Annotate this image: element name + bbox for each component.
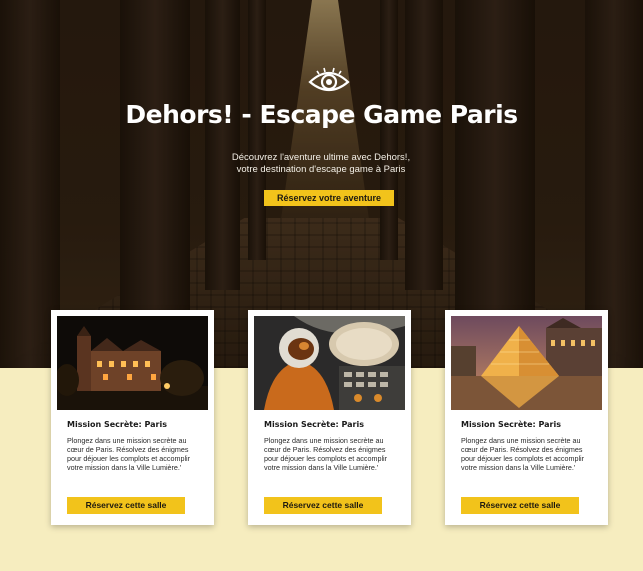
room-card: Mission Secrète: Paris Plongez dans une … — [51, 310, 214, 525]
book-adventure-button[interactable]: Réservez votre aventure — [264, 190, 394, 206]
book-room-button[interactable]: Réservez cette salle — [461, 497, 579, 514]
card-title: Mission Secrète: Paris — [461, 420, 561, 429]
book-room-button[interactable]: Réservez cette salle — [264, 497, 382, 514]
book-room-button[interactable]: Réservez cette salle — [67, 497, 185, 514]
room-card: Mission Secrète: Paris Plongez dans une … — [445, 310, 608, 525]
louvre-pyramid-image — [451, 316, 602, 410]
card-title: Mission Secrète: Paris — [264, 420, 364, 429]
astronaut-cockpit-image — [254, 316, 405, 410]
card-description: Plongez dans une mission secrète au cœur… — [461, 436, 585, 472]
card-description: Plongez dans une mission secrète au cœur… — [67, 436, 191, 472]
hero-title: Dehors! - Escape Game Paris — [125, 100, 518, 129]
hero-subtitle-line: votre destination d'escape game à Paris — [236, 164, 406, 175]
room-card: Mission Secrète: Paris Plongez dans une … — [248, 310, 411, 525]
eye-icon — [308, 67, 350, 92]
hero-subtitle: Découvrez l'aventure ultime avec Dehors!… — [221, 152, 421, 176]
hero-subtitle-line: Découvrez l'aventure ultime avec Dehors!… — [231, 152, 411, 163]
card-title: Mission Secrète: Paris — [67, 420, 167, 429]
card-description: Plongez dans une mission secrète au cœur… — [264, 436, 388, 472]
castle-at-night-image — [57, 316, 208, 410]
